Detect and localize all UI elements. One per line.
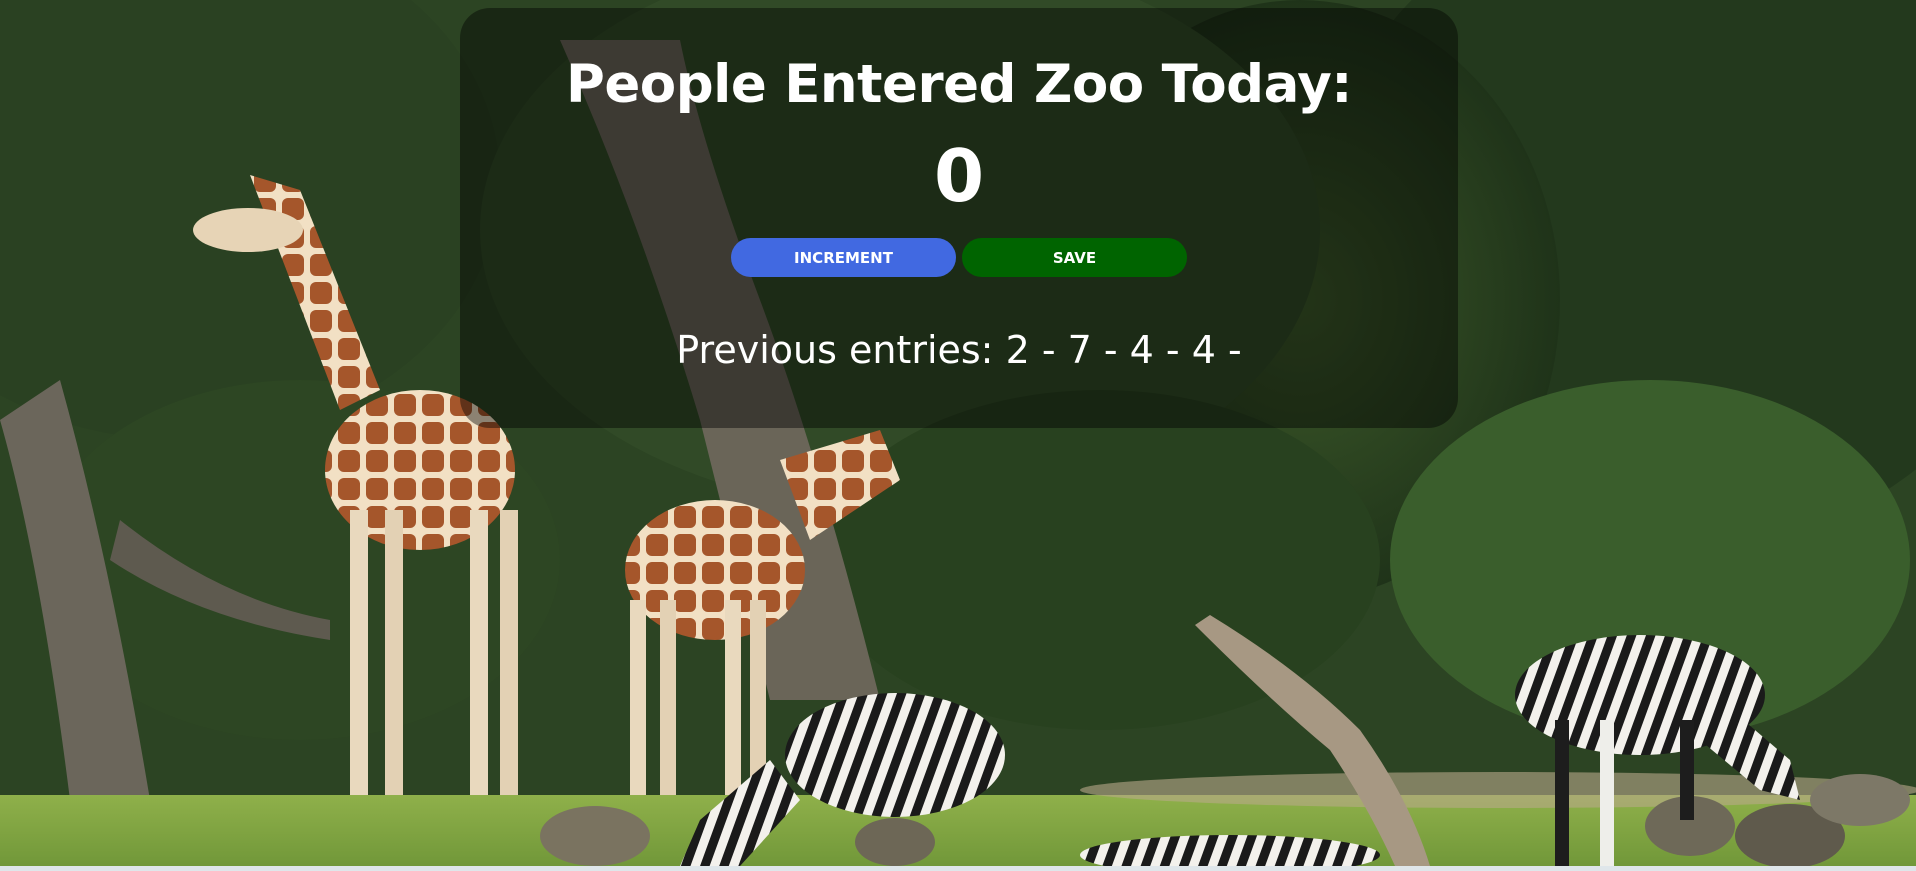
- increment-button[interactable]: INCREMENT: [731, 238, 956, 277]
- zoo-background: People Entered Zoo Today: 0 INCREMENT SA…: [0, 0, 1916, 871]
- previous-entries: Previous entries: 2 - 7 - 4 - 4 -: [676, 328, 1242, 372]
- save-button[interactable]: SAVE: [962, 238, 1187, 277]
- page-title: People Entered Zoo Today:: [566, 54, 1352, 115]
- counter-panel: People Entered Zoo Today: 0 INCREMENT SA…: [460, 8, 1458, 428]
- bottom-strip: [0, 866, 1916, 871]
- entry-count: 0: [933, 134, 985, 218]
